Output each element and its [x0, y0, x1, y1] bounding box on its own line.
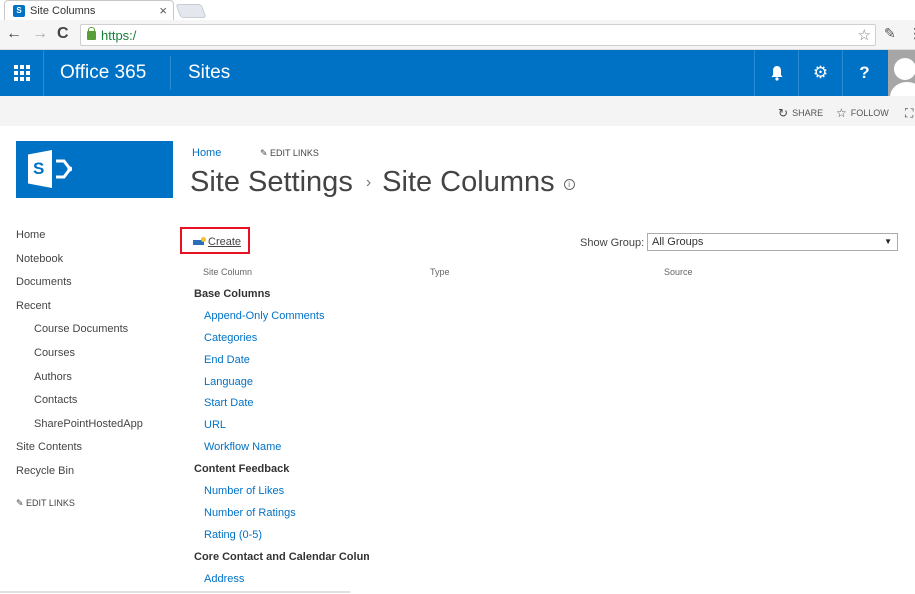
browser-menu-icon[interactable]: ⋮ — [908, 25, 915, 42]
title-parent-link[interactable]: Site Settings — [190, 166, 353, 199]
close-tab-icon[interactable]: × — [159, 3, 167, 18]
quick-launch-item[interactable]: Site Contents — [16, 440, 143, 464]
waffle-icon — [13, 65, 30, 81]
share-bar: ↻ SHARE ☆ FOLLOW ⛶ — [0, 96, 915, 126]
sharepoint-favicon-icon: S — [13, 4, 25, 17]
dropdown-arrow-icon: ▼ — [884, 237, 892, 246]
site-column-link[interactable]: Language — [194, 375, 369, 397]
quick-launch-item[interactable]: Home — [16, 228, 143, 252]
suite-bar: Office 365 Sites ⚙ ? — [0, 50, 915, 96]
edit-links-top[interactable]: ✎ EDIT LINKS — [260, 148, 319, 159]
edit-links-label: EDIT LINKS — [26, 498, 75, 508]
share-icon: ↻ — [778, 106, 789, 120]
edit-links-label: EDIT LINKS — [270, 148, 319, 158]
site-column-link[interactable]: Categories — [194, 331, 369, 353]
quick-launch-item[interactable]: Course Documents — [16, 322, 143, 346]
quick-launch-item[interactable]: Courses — [16, 346, 143, 370]
create-button[interactable]: Create — [193, 236, 241, 248]
info-icon[interactable]: i — [563, 179, 575, 190]
extension-icon[interactable]: ✎ — [884, 25, 896, 42]
quick-launch-item[interactable]: Recycle Bin — [16, 464, 143, 488]
create-label: Create — [208, 236, 242, 248]
title-separator: › — [365, 173, 372, 191]
site-column-link[interactable]: Number of Ratings — [194, 506, 369, 528]
group-header: Content Feedback — [194, 463, 290, 476]
lock-icon — [87, 26, 96, 40]
follow-label: FOLLOW — [850, 108, 889, 118]
browser-tab[interactable]: S Site Columns × — [4, 0, 174, 20]
office365-brand[interactable]: Office 365 — [60, 62, 146, 84]
sites-link[interactable]: Sites — [188, 62, 230, 84]
bell-icon — [771, 66, 782, 81]
group-header: Core Contact and Calendar Columns — [194, 550, 369, 563]
site-column-link[interactable]: Rating (0-5) — [194, 528, 369, 550]
site-columns-list: Base Columns Append-Only Comments Categori… — [194, 287, 369, 593]
address-bar[interactable]: https:/ ☆ — [80, 24, 876, 46]
site-column-link[interactable]: Workflow Name — [194, 440, 369, 462]
show-group-value: All Groups — [652, 236, 704, 248]
browser-toolbar: ← → C https:/ ☆ ✎ ⋮ — [0, 20, 915, 50]
help-button[interactable]: ? — [842, 50, 886, 96]
pencil-icon: ✎ — [16, 498, 27, 508]
create-column-icon — [193, 237, 206, 246]
user-avatar[interactable] — [888, 50, 915, 96]
star-icon: ☆ — [836, 106, 847, 120]
url-text: https:/ — [101, 27, 137, 43]
help-icon: ? — [859, 63, 870, 82]
pencil-icon: ✎ — [260, 148, 271, 158]
quick-launch-item[interactable]: Recent — [16, 299, 143, 323]
show-group-select[interactable]: All Groups ▼ — [647, 233, 898, 251]
site-column-link[interactable]: URL — [194, 418, 369, 440]
logo-letter: S — [33, 159, 45, 178]
share-button[interactable]: ↻ SHARE — [778, 106, 823, 120]
divider — [170, 56, 171, 90]
column-header-source[interactable]: Source — [664, 267, 693, 277]
follow-button[interactable]: ☆ FOLLOW — [836, 106, 889, 120]
divider — [0, 591, 350, 593]
edit-links-quicklaunch[interactable]: ✎ EDIT LINKS — [16, 498, 75, 509]
notifications-button[interactable] — [754, 50, 798, 96]
site-column-link[interactable]: Number of Likes — [194, 484, 369, 506]
site-column-link[interactable]: End Date — [194, 353, 369, 375]
column-header-site-column[interactable]: Site Column — [203, 267, 252, 277]
reload-icon[interactable]: C — [57, 25, 69, 43]
app-launcher-button[interactable] — [0, 50, 44, 96]
settings-button[interactable]: ⚙ — [798, 50, 842, 96]
quick-launch-item[interactable]: Notebook — [16, 252, 143, 276]
quick-launch-item[interactable]: Documents — [16, 275, 143, 299]
page-title: Site Settings › Site Columns i — [190, 166, 575, 199]
group-header: Base Columns — [194, 288, 271, 300]
new-tab-button[interactable] — [175, 4, 207, 18]
breadcrumb-home-link[interactable]: Home — [192, 147, 221, 159]
site-column-link[interactable]: Start Date — [194, 396, 369, 418]
quick-launch-item[interactable]: SharePointHostedApp — [16, 417, 143, 441]
show-group-label: Show Group: — [580, 237, 645, 249]
site-column-link[interactable]: Append-Only Comments — [194, 309, 369, 331]
site-logo[interactable]: S — [16, 141, 173, 198]
focus-icon: ⛶ — [905, 106, 914, 120]
column-header-type[interactable]: Type — [430, 267, 450, 277]
forward-icon[interactable]: → — [32, 25, 48, 43]
browser-tabstrip: S Site Columns × — [0, 0, 915, 20]
share-label: SHARE — [792, 108, 824, 118]
bookmark-star-icon[interactable]: ☆ — [858, 26, 871, 44]
focus-button[interactable]: ⛶ — [905, 106, 913, 121]
logo-connector-icon — [56, 159, 72, 179]
tab-title: Site Columns — [30, 4, 96, 17]
quick-launch-item[interactable]: Contacts — [16, 393, 143, 417]
gear-icon: ⚙ — [812, 63, 829, 82]
title-current: Site Columns — [382, 166, 555, 198]
back-icon[interactable]: ← — [6, 25, 22, 43]
quick-launch-nav: Home Notebook Documents Recent Course Docume… — [16, 228, 143, 488]
quick-launch-item[interactable]: Authors — [16, 370, 143, 394]
